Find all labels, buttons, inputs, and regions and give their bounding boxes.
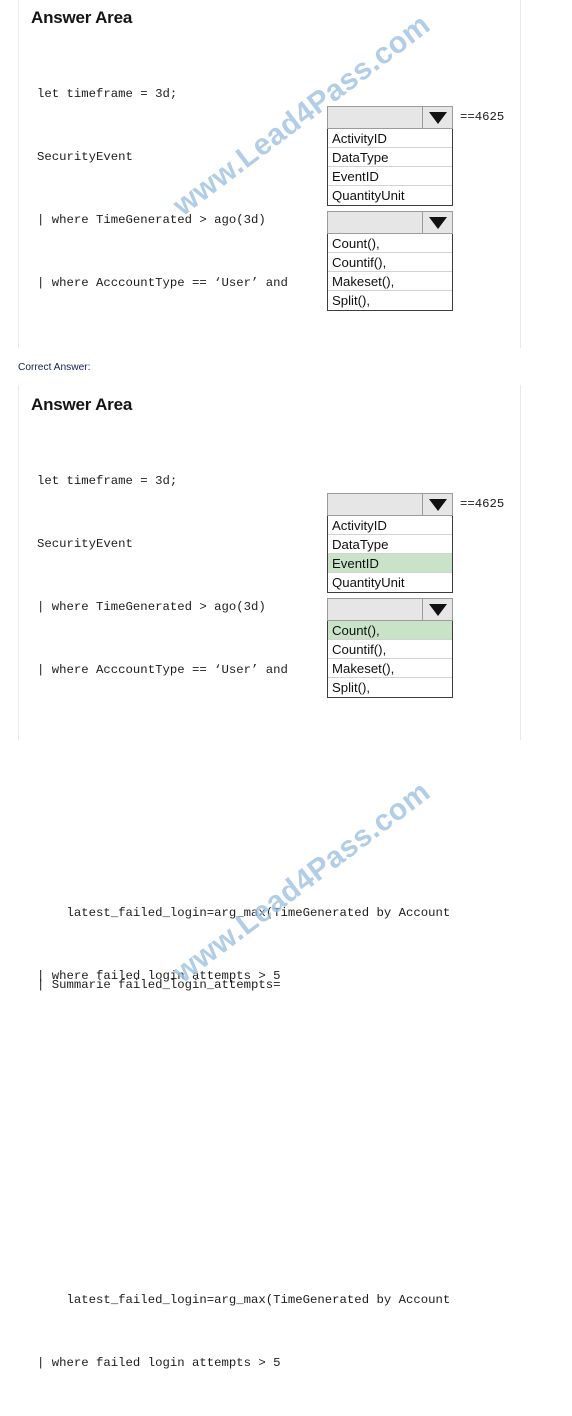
question-answer-area-panel: Answer Area let timeframe = 3d; Security… [18,0,521,983]
code-spacer [37,1164,450,1185]
chevron-down-icon[interactable] [422,494,452,515]
column-dropdown[interactable]: ActivityID DataType EventID QuantityUnit [327,493,453,593]
dropdown-option[interactable]: Makeset(), [328,272,452,291]
aggregation-dropdown-header[interactable] [327,598,453,621]
page-title: Answer Area [31,395,133,414]
dropdown-option[interactable]: QuantityUnit [328,186,452,205]
code-line: let timeframe = 3d; [37,87,178,101]
correct-answer-area-panel: Answer Area let timeframe = 3d; Security… [18,385,521,1370]
dropdown-option[interactable]: Countif(), [328,253,452,272]
dropdown-option[interactable]: Countif(), [328,640,452,659]
dropdown-option[interactable]: DataType [328,148,452,167]
code-line: | Summarie failed_login_attempts= [37,978,281,992]
correct-answer-label: Correct Answer: [18,362,91,373]
dropdown-option-selected[interactable]: Count(), [328,621,452,640]
code-spacer [37,912,450,933]
column-dropdown-list[interactable]: ActivityID DataType EventID QuantityUnit [327,129,453,206]
code-spacer [37,336,450,357]
dropdown-option[interactable]: Split(), [328,678,452,697]
aggregation-dropdown-list[interactable]: Count(), Countif(), Makeset(), Split(), [327,621,453,698]
page-title: Answer Area [31,8,133,27]
event-id-comparison-text: ==4625 [460,497,505,511]
dropdown-option[interactable]: QuantityUnit [328,573,452,592]
code-line: let timeframe = 3d; [37,474,178,488]
chevron-down-icon[interactable] [422,212,452,233]
aggregation-dropdown[interactable]: Count(), Countif(), Makeset(), Split(), [327,598,453,698]
chevron-down-icon[interactable] [422,107,452,128]
column-dropdown-value [328,494,422,515]
code-spacer [37,723,450,744]
code-spacer [37,786,450,807]
code-line: | where failed login attempts > 5 [37,1356,281,1370]
dropdown-option-selected[interactable]: EventID [328,554,452,573]
column-dropdown-list[interactable]: ActivityID DataType EventID QuantityUnit [327,516,453,593]
column-dropdown-header[interactable] [327,493,453,516]
column-dropdown[interactable]: ActivityID DataType EventID QuantityUnit [327,106,453,206]
dropdown-option[interactable]: Split(), [328,291,452,310]
dropdown-option[interactable]: DataType [328,535,452,554]
dropdown-option[interactable]: EventID [328,167,452,186]
code-spacer [37,1038,450,1059]
event-id-comparison-text: ==4625 [460,110,505,124]
aggregation-dropdown[interactable]: Count(), Countif(), Makeset(), Split(), [327,211,453,311]
code-spacer [37,849,450,870]
aggregation-dropdown-list[interactable]: Count(), Countif(), Makeset(), Split(), [327,234,453,311]
aggregation-dropdown-value [328,212,422,233]
code-line: latest_failed_login=arg_max(TimeGenerate… [37,1293,451,1307]
dropdown-option[interactable]: Count(), [328,234,452,253]
aggregation-dropdown-value [328,599,422,620]
column-dropdown-value [328,107,422,128]
dropdown-option[interactable]: Makeset(), [328,659,452,678]
chevron-down-icon[interactable] [422,599,452,620]
dropdown-option[interactable]: ActivityID [328,129,452,148]
dropdown-option[interactable]: ActivityID [328,516,452,535]
code-spacer [37,1227,450,1248]
code-spacer [37,1101,450,1122]
column-dropdown-header[interactable] [327,106,453,129]
aggregation-dropdown-header[interactable] [327,211,453,234]
